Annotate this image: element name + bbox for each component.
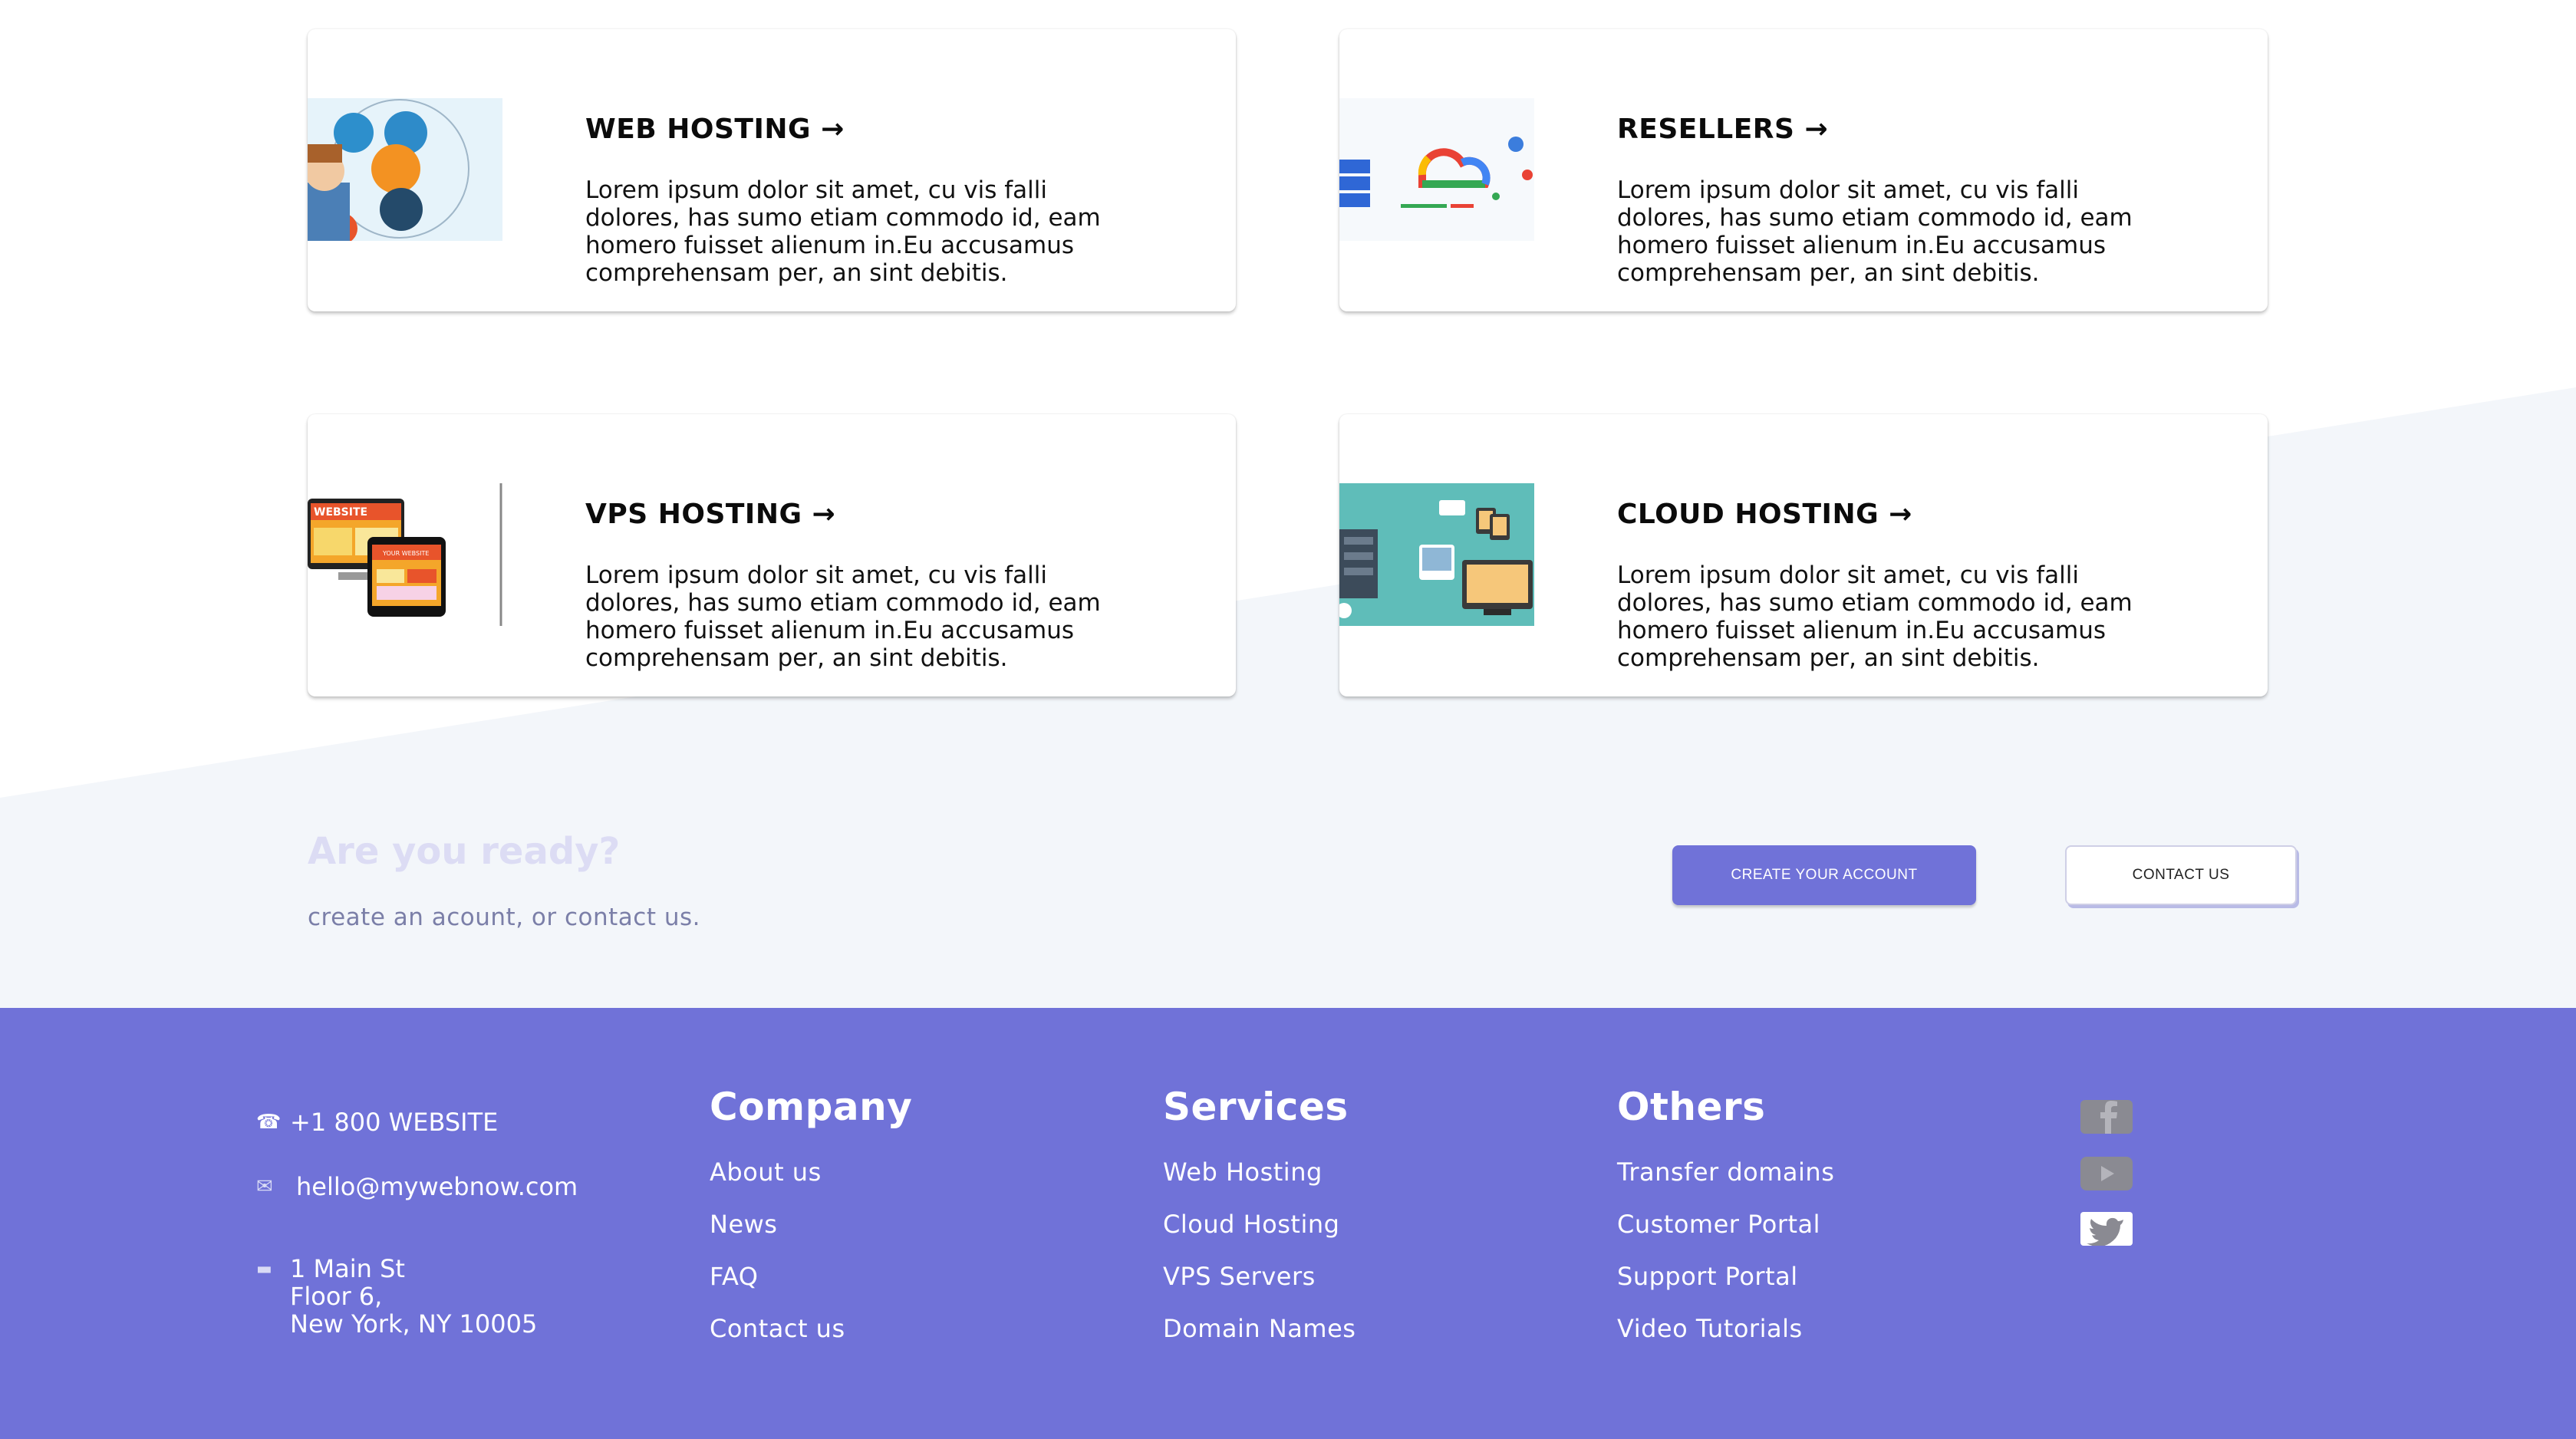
image-text-your-website: YOUR WEBSITE [382,550,429,557]
phone-icon: ☎ [256,1111,282,1134]
address-line-1: 1 Main St [290,1254,405,1283]
column-heading: Services [1163,1085,1349,1129]
footer-link-customer-portal[interactable]: Customer Portal [1617,1198,1834,1250]
card-title[interactable]: RESELLERS → [1617,114,1828,145]
footer-link-contact-us[interactable]: Contact us [710,1302,912,1355]
card-resellers[interactable]: RESELLERS → Lorem ipsum dolor sit amet, … [1339,29,2268,311]
address-line-2: Floor 6, [290,1282,383,1311]
footer-link-news[interactable]: News [710,1198,912,1250]
footer-column-company: Company About us News FAQ Contact us [710,1085,912,1355]
youtube-icon[interactable] [2080,1157,2133,1190]
card-description: Lorem ipsum dolor sit amet, cu vis falli… [585,561,1101,672]
web-hosting-image [308,98,502,241]
footer-email[interactable]: ✉ hello@mywebnow.com [256,1172,578,1201]
phone-number[interactable]: +1 800 WEBSITE [290,1108,498,1137]
card-title[interactable]: VPS HOSTING → [585,499,835,530]
footer-link-transfer-domains[interactable]: Transfer domains [1617,1146,1834,1198]
footer-link-domain-names[interactable]: Domain Names [1163,1302,1356,1355]
footer-link-support-portal[interactable]: Support Portal [1617,1250,1834,1302]
resellers-image [1339,98,1534,241]
card-description: Lorem ipsum dolor sit amet, cu vis falli… [1617,176,2133,287]
footer-address: ▬ 1 Main St Floor 6, New York, NY 10005 [256,1255,537,1338]
facebook-icon[interactable] [2080,1100,2133,1134]
footer-link-video-tutorials[interactable]: Video Tutorials [1617,1302,1834,1355]
mail-icon: ✉ [256,1175,273,1198]
map-icon: ▬ [256,1260,272,1279]
twitter-icon[interactable] [2080,1212,2133,1246]
footer: ☎ +1 800 WEBSITE ✉ hello@mywebnow.com ▬ … [0,1008,2576,1439]
create-account-button[interactable]: CREATE YOUR ACCOUNT [1672,845,1976,905]
email-address[interactable]: hello@mywebnow.com [296,1172,578,1201]
card-title[interactable]: WEB HOSTING → [585,114,845,145]
column-heading: Company [710,1085,913,1129]
card-title[interactable]: CLOUD HOSTING → [1617,499,1912,530]
address-line-3: New York, NY 10005 [290,1309,538,1339]
cloud-hosting-image [1339,483,1534,626]
column-heading: Others [1617,1085,1766,1129]
footer-column-others: Others Transfer domains Customer Portal … [1617,1085,1834,1355]
card-web-hosting[interactable]: WEB HOSTING → Lorem ipsum dolor sit amet… [308,29,1236,311]
footer-link-vps-servers[interactable]: VPS Servers [1163,1250,1356,1302]
card-vps-hosting[interactable]: WEBSITE YOUR WEBSITE VPS HOSTING → Lorem… [308,414,1236,696]
footer-phone[interactable]: ☎ +1 800 WEBSITE [256,1108,498,1137]
footer-link-cloud-hosting[interactable]: Cloud Hosting [1163,1198,1356,1250]
card-cloud-hosting[interactable]: CLOUD HOSTING → Lorem ipsum dolor sit am… [1339,414,2268,696]
vps-hosting-image: WEBSITE YOUR WEBSITE [308,483,502,626]
contact-us-button[interactable]: CONTACT US [2065,845,2297,905]
footer-link-about-us[interactable]: About us [710,1146,912,1198]
footer-column-services: Services Web Hosting Cloud Hosting VPS S… [1163,1085,1356,1355]
footer-link-faq[interactable]: FAQ [710,1250,912,1302]
image-text-website: WEBSITE [314,506,367,519]
card-description: Lorem ipsum dolor sit amet, cu vis falli… [585,176,1101,287]
cta-title: Are you ready? [308,830,621,873]
card-description: Lorem ipsum dolor sit amet, cu vis falli… [1617,561,2133,672]
cta-subtitle: create an acount, or contact us. [308,904,700,931]
footer-link-web-hosting[interactable]: Web Hosting [1163,1146,1356,1198]
